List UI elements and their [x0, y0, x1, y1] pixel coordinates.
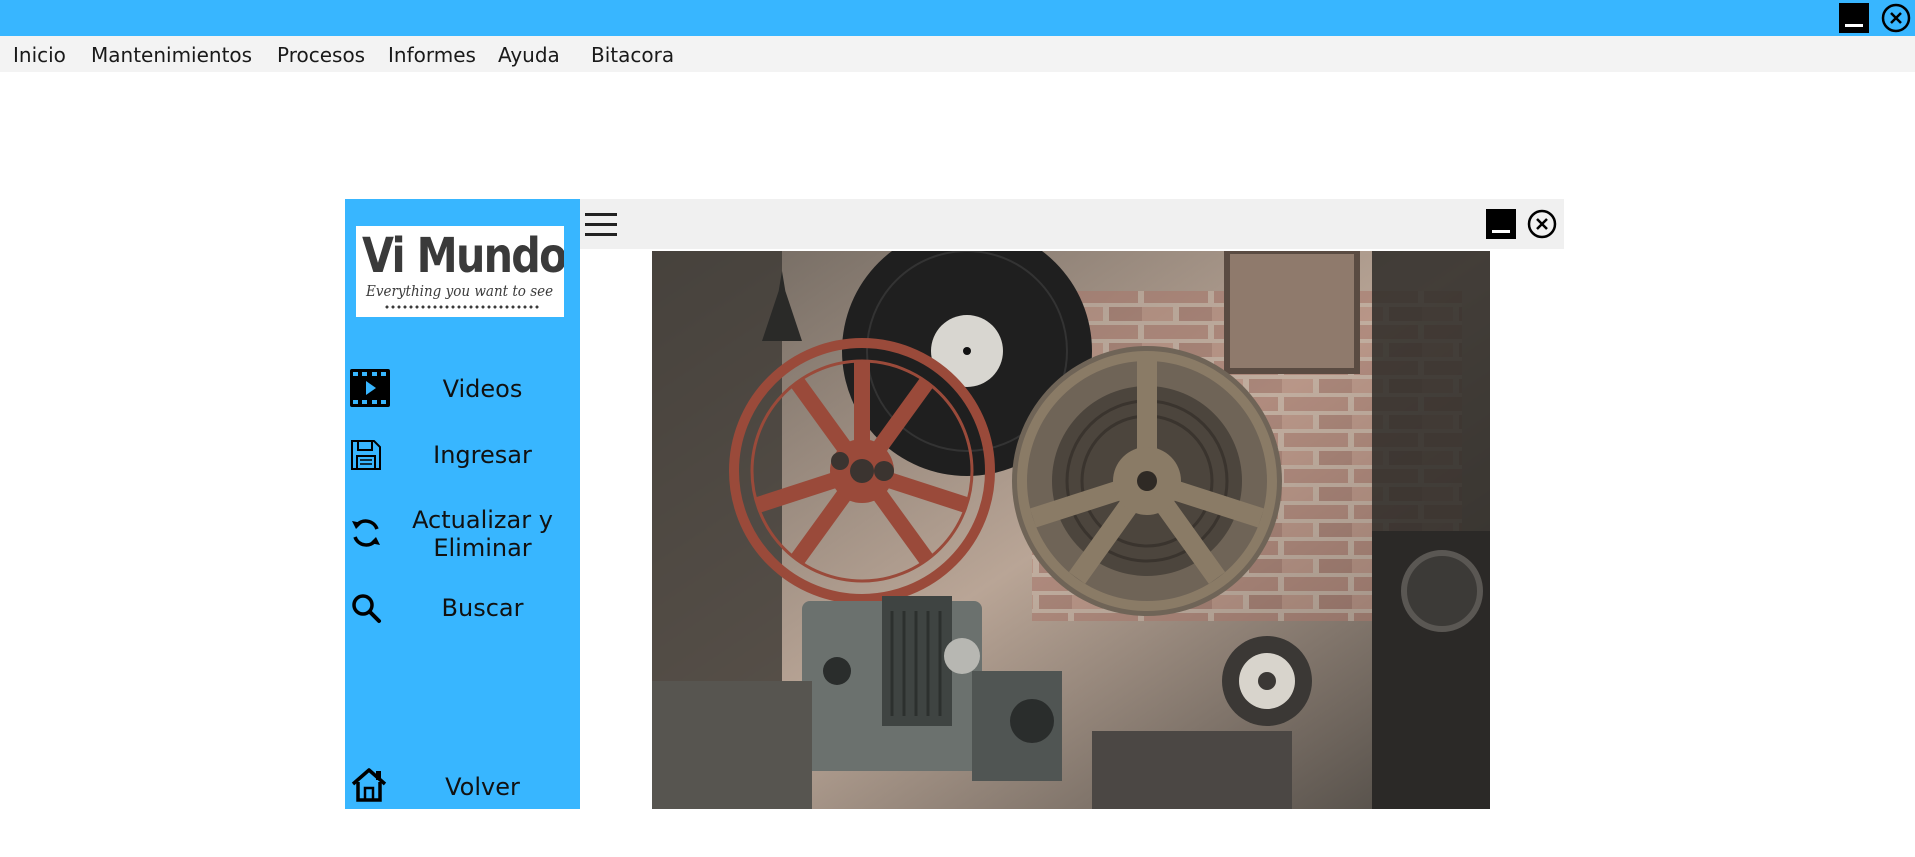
film-icon	[350, 369, 390, 411]
window-titlebar	[0, 0, 1915, 36]
menu-item-inicio[interactable]: Inicio	[13, 36, 66, 72]
film-projector-illustration	[652, 251, 1490, 809]
menu-item-ayuda[interactable]: Ayuda	[498, 36, 560, 72]
window-minimize-button[interactable]	[1838, 2, 1870, 34]
sidebar-item-volver[interactable]: Volver	[345, 765, 580, 805]
sidebar-item-label: Volver	[445, 773, 520, 801]
menu-item-informes[interactable]: Informes	[388, 36, 476, 72]
content-close-button[interactable]	[1526, 208, 1558, 240]
sidebar-item-label: Buscar	[441, 594, 524, 622]
menu-bar: Inicio Mantenimientos Procesos Informes …	[0, 36, 1915, 72]
sidebar: Vi Mundo Everything you want to see Vide…	[345, 199, 580, 809]
logo-title: Vi Mundo	[362, 228, 564, 284]
sidebar-item-label: Ingresar	[433, 441, 532, 469]
sidebar-item-videos[interactable]: Videos	[345, 367, 580, 411]
save-icon	[350, 439, 382, 475]
sidebar-item-label: Videos	[442, 375, 523, 403]
menu-item-bitacora[interactable]: Bitacora	[591, 36, 674, 72]
close-icon	[1881, 3, 1911, 33]
hamburger-icon[interactable]	[585, 211, 617, 239]
content-window-bar	[580, 199, 1564, 249]
minimize-icon	[1839, 3, 1869, 33]
sidebar-item-ingresar[interactable]: Ingresar	[345, 435, 580, 475]
menu-item-mantenimientos[interactable]: Mantenimientos	[91, 36, 252, 72]
home-icon	[350, 767, 388, 807]
refresh-icon	[350, 517, 382, 553]
vi-mundo-logo: Vi Mundo Everything you want to see	[356, 226, 564, 317]
sidebar-item-label: Actualizar y Eliminar	[412, 506, 553, 562]
sidebar-item-buscar[interactable]: Buscar	[345, 588, 580, 628]
menu-item-procesos[interactable]: Procesos	[277, 36, 365, 72]
logo-tagline: Everything you want to see	[366, 282, 554, 300]
hero-image	[652, 251, 1490, 809]
window-close-button[interactable]	[1880, 2, 1912, 34]
close-icon	[1527, 209, 1557, 239]
sidebar-item-actualizar-eliminar[interactable]: Actualizar y Eliminar	[345, 503, 580, 563]
content-minimize-button[interactable]	[1485, 208, 1517, 240]
search-icon	[350, 592, 382, 628]
minimize-icon	[1486, 209, 1516, 239]
logo-dots	[384, 304, 539, 310]
